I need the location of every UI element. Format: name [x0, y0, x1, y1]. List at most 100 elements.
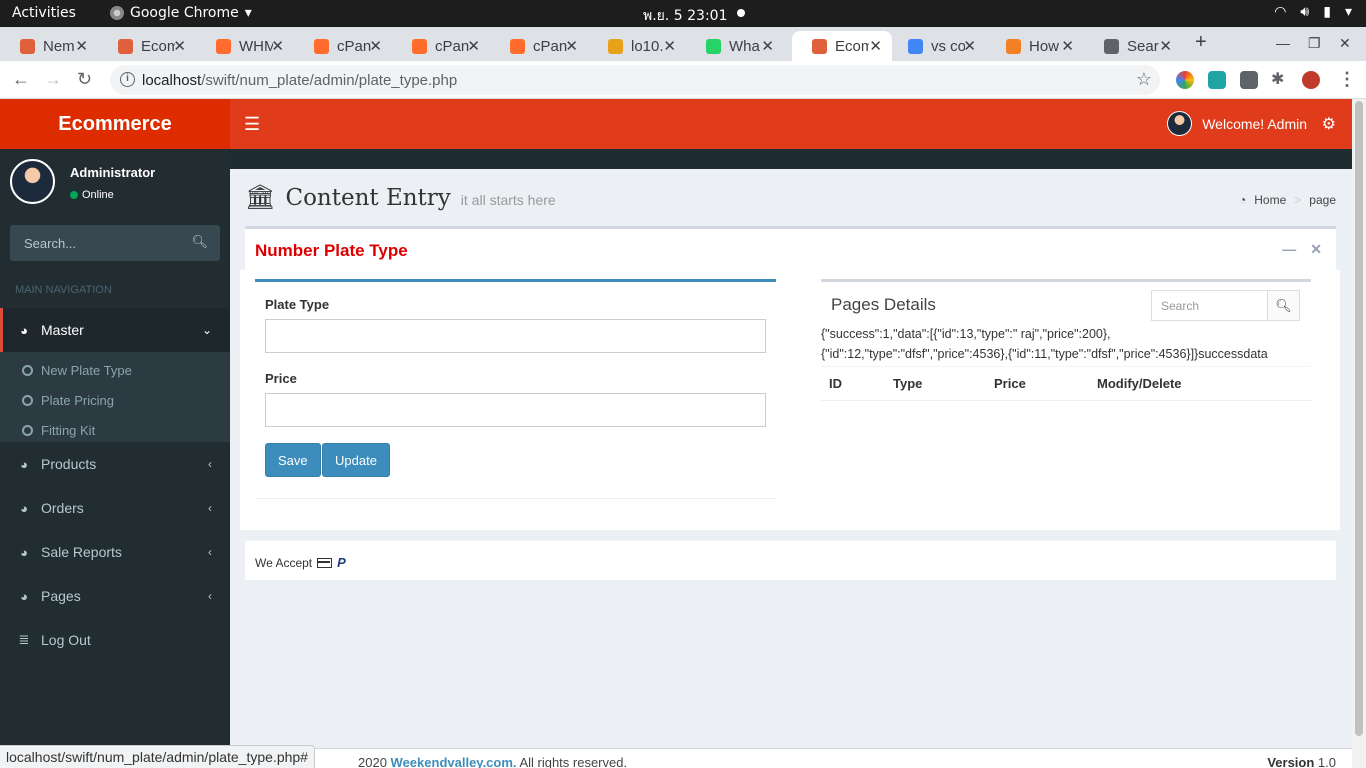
close-icon[interactable]: ✕ — [1310, 241, 1322, 258]
price-input[interactable] — [265, 393, 766, 427]
browser-tab[interactable]: cPan ✕ — [392, 31, 490, 61]
bookmark-star-icon[interactable]: ☆ — [1136, 69, 1152, 90]
paypal-icon: P — [337, 555, 346, 570]
chevron-left-icon: ‹ — [208, 545, 212, 559]
top-navbar: ☰ Welcome! Admin ⚙ — [230, 99, 1352, 149]
tab-close-icon[interactable]: ✕ — [963, 37, 976, 55]
sidebar-item-pages[interactable]: ◕ Pages ‹ — [0, 574, 230, 618]
browser-tab[interactable]: WHM ✕ — [196, 31, 294, 61]
update-button[interactable]: Update — [322, 443, 390, 477]
sidebar-item-sale-reports[interactable]: ◕ Sale Reports ‹ — [0, 530, 230, 574]
browser-tab[interactable]: Sear ✕ — [1084, 31, 1182, 61]
plate-type-input[interactable] — [265, 319, 766, 353]
browser-tab[interactable]: Ecom ✕ — [98, 31, 196, 61]
browser-tab[interactable]: cPan ✕ — [490, 31, 588, 61]
tab-favicon-icon — [510, 38, 525, 54]
column-header-id[interactable]: ID — [821, 367, 885, 401]
credit-card-icon — [317, 557, 333, 568]
tab-favicon-icon — [1104, 38, 1119, 54]
chevron-left-icon: ‹ — [208, 501, 212, 515]
browser-tab[interactable]: Ecom ✕ — [792, 31, 892, 61]
puzzle-extensions-icon[interactable]: ✱ — [1271, 69, 1289, 88]
sidebar-item-logout[interactable]: ≣ Log Out — [0, 618, 230, 662]
chevron-left-icon: ‹ — [208, 589, 212, 603]
sidebar-search-input[interactable] — [10, 225, 180, 261]
tab-title: lo10. — [631, 37, 664, 55]
tab-close-icon[interactable]: ✕ — [761, 37, 774, 55]
browser-tab[interactable]: How ✕ — [986, 31, 1084, 61]
tab-close-icon[interactable]: ✕ — [1159, 37, 1172, 55]
app-name: Google Chrome — [130, 5, 239, 21]
sidebar-item-master[interactable]: ◕ Master ⌄ — [0, 308, 230, 352]
address-bar[interactable]: i localhost/swift/num_plate/admin/plate_… — [110, 65, 1160, 95]
sidebar-subitem-fitting-kit[interactable]: Fitting Kit — [0, 415, 230, 445]
new-tab-button[interactable]: + — [1195, 31, 1207, 54]
system-tray[interactable]: ◠ 🔊︎ ▮ ▾ — [1274, 4, 1352, 20]
browser-tab[interactable]: cPan ✕ — [294, 31, 392, 61]
user-panel: Administrator Online — [10, 159, 220, 209]
forward-icon[interactable]: → — [44, 69, 62, 90]
user-menu[interactable]: Welcome! Admin — [1167, 111, 1307, 136]
sidebar-item-orders[interactable]: ◕ Orders ‹ — [0, 486, 230, 530]
column-header-type[interactable]: Type — [885, 367, 986, 401]
search-icon[interactable]: 🔍︎ — [1267, 291, 1299, 320]
tab-close-icon[interactable]: ✕ — [271, 37, 284, 55]
details-search-input[interactable] — [1152, 291, 1268, 320]
gears-icon[interactable]: ⚙ — [1322, 114, 1336, 134]
pages-details-panel: Pages Details 🔍︎ {"success":1,"data":[{"… — [821, 279, 1311, 401]
collapse-icon[interactable]: — — [1282, 241, 1296, 258]
page-footer: 2020 Weekendvalley.com. All rights reser… — [230, 748, 1352, 768]
site-info-icon[interactable]: i — [120, 72, 135, 87]
back-icon[interactable]: ← — [12, 69, 30, 90]
tab-favicon-icon — [908, 38, 923, 54]
tab-close-icon[interactable]: ✕ — [869, 37, 882, 55]
database-icon: ≣ — [18, 632, 30, 647]
recording-indicator-icon — [737, 9, 745, 17]
activities-button[interactable]: Activities — [12, 5, 76, 21]
minimize-icon[interactable]: — — [1276, 35, 1290, 51]
url-text[interactable]: localhost/swift/num_plate/admin/plate_ty… — [142, 72, 457, 89]
save-button[interactable]: Save — [265, 443, 321, 477]
tab-close-icon[interactable]: ✕ — [663, 37, 676, 55]
browser-tab[interactable]: Nem ✕ — [0, 31, 98, 61]
plate-type-form: Plate Type Price Save Update — [255, 279, 776, 499]
sidebar-subitem-new-plate-type[interactable]: New Plate Type — [0, 355, 230, 385]
close-window-icon[interactable]: ✕ — [1339, 35, 1351, 52]
column-header-modify-delete[interactable]: Modify/Delete — [1089, 367, 1311, 401]
sidebar-item-products[interactable]: ◕ Products ‹ — [0, 442, 230, 486]
browser-tab[interactable]: vs co ✕ — [888, 31, 986, 61]
profile-avatar-icon[interactable] — [1302, 71, 1320, 89]
volume-icon: 🔊︎ — [1300, 4, 1310, 20]
app-logo[interactable]: Ecommerce — [0, 99, 230, 149]
main-navigation-header: MAIN NAVIGATION — [15, 284, 112, 296]
tab-close-icon[interactable]: ✕ — [467, 37, 480, 55]
column-header-price[interactable]: Price — [986, 367, 1089, 401]
sidebar-subitem-plate-pricing[interactable]: Plate Pricing — [0, 385, 230, 415]
chevron-left-icon: ‹ — [208, 457, 212, 471]
browser-tab[interactable]: lo10. ✕ — [588, 31, 686, 61]
tab-close-icon[interactable]: ✕ — [1061, 37, 1074, 55]
color-picker-extension-icon[interactable] — [1176, 71, 1194, 89]
sidebar-toggle-icon[interactable]: ☰ — [244, 114, 260, 135]
pie-chart-icon: ◕ — [20, 544, 28, 560]
tab-close-icon[interactable]: ✕ — [565, 37, 578, 55]
app-menu[interactable]: Google Chrome ▾ — [110, 5, 252, 21]
browser-tab[interactable]: Wha ✕ — [686, 31, 784, 61]
scrollbar-thumb[interactable] — [1355, 101, 1363, 736]
chrome-menu-icon[interactable]: ⋮ — [1338, 69, 1356, 90]
details-table: ID Type Price Modify/Delete — [821, 366, 1311, 401]
download-icon[interactable] — [1240, 71, 1258, 89]
tab-favicon-icon — [216, 38, 231, 54]
tab-close-icon[interactable]: ✕ — [369, 37, 382, 55]
breadcrumb-home[interactable]: Home — [1254, 193, 1286, 207]
tab-close-icon[interactable]: ✕ — [75, 37, 88, 55]
restore-icon[interactable]: ❐ — [1308, 35, 1321, 52]
page-scrollbar[interactable] — [1352, 99, 1366, 768]
chevron-down-icon: ▾ — [1344, 4, 1352, 20]
reload-icon[interactable]: ↻ — [77, 69, 92, 90]
site-link[interactable]: Weekendvalley.com. — [391, 755, 517, 768]
clock[interactable]: พ.ย. 5 23:01 — [643, 5, 728, 27]
extension-icon[interactable] — [1208, 71, 1226, 89]
tab-close-icon[interactable]: ✕ — [173, 37, 186, 55]
search-icon[interactable]: 🔍︎ — [191, 234, 208, 250]
